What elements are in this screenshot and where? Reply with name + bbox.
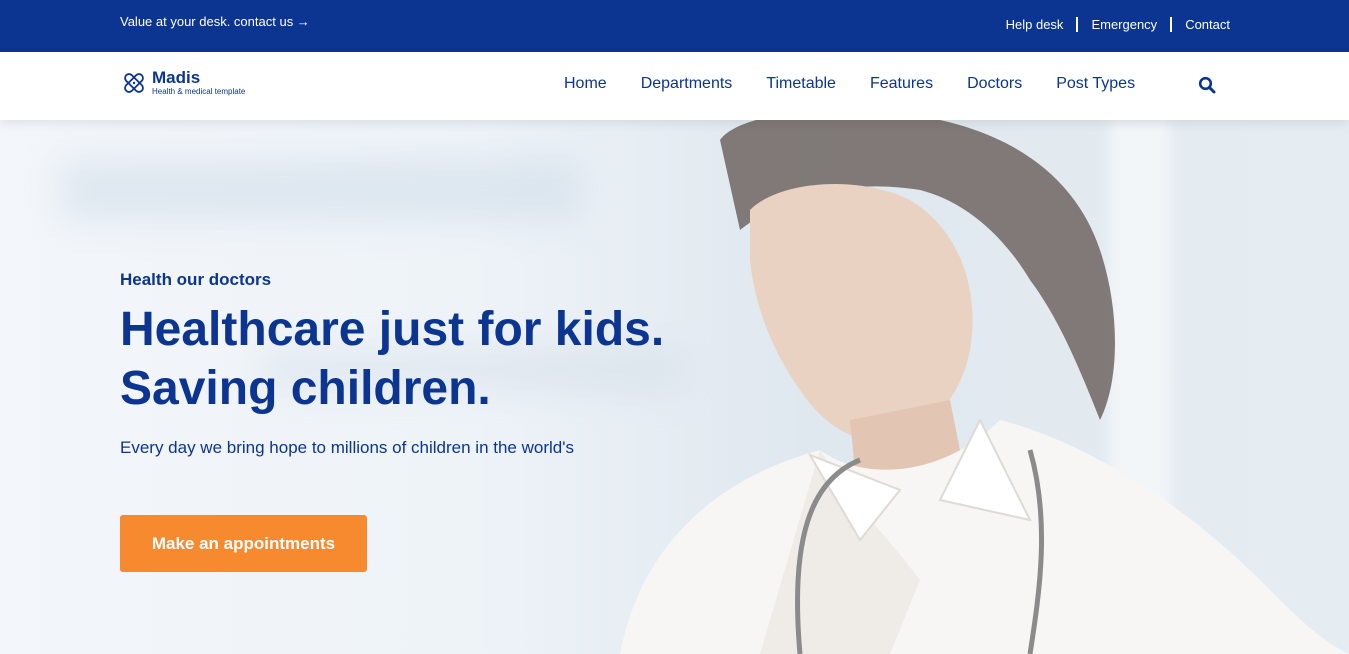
- hero-eyebrow: Health our doctors: [120, 270, 272, 289]
- hero-content: Health our doctors Healthcare just for k…: [120, 270, 664, 572]
- contact-promo-link[interactable]: Value at your desk. contact us →: [120, 14, 310, 29]
- contact-link[interactable]: Contact: [1185, 17, 1230, 32]
- hero-section: Health our doctors Healthcare just for k…: [0, 120, 1349, 654]
- emergency-link[interactable]: Emergency: [1091, 17, 1157, 32]
- divider: [1170, 17, 1173, 32]
- nav-item-features[interactable]: Features: [870, 75, 933, 93]
- hero-subtext: Every day we bring hope to millions of c…: [120, 438, 574, 457]
- nav-item-home[interactable]: Home: [564, 75, 607, 93]
- hero-headline: Healthcare just for kids. Saving childre…: [120, 300, 664, 418]
- top-links: Help desk Emergency Contact: [1006, 17, 1230, 32]
- main-menu: Home Departments Timetable Features Doct…: [564, 75, 1169, 93]
- nav-item-doctors[interactable]: Doctors: [967, 75, 1022, 93]
- doctor-photo: [620, 120, 1349, 654]
- search-icon[interactable]: [1198, 76, 1216, 94]
- brand-name: Madis: [152, 68, 201, 87]
- brand-tagline: Health & medical template: [152, 87, 246, 96]
- main-navbar: Madis Health & medical template Home Dep…: [0, 52, 1349, 120]
- nav-item-post-types[interactable]: Post Types: [1056, 75, 1135, 93]
- nav-item-departments[interactable]: Departments: [641, 75, 733, 93]
- background-blur: [60, 160, 580, 220]
- make-appointment-button[interactable]: Make an appointments: [120, 515, 367, 572]
- headline-line-2: Saving children.: [120, 362, 491, 415]
- headline-line-1: Healthcare just for kids.: [120, 303, 665, 356]
- bandage-logo-icon: [124, 73, 144, 93]
- nav-item-timetable[interactable]: Timetable: [766, 75, 836, 93]
- brand-logo[interactable]: Madis Health & medical template: [120, 69, 245, 97]
- divider: [1076, 17, 1079, 32]
- help-desk-link[interactable]: Help desk: [1006, 17, 1064, 32]
- top-bar: Value at your desk. contact us → Help de…: [0, 0, 1349, 52]
